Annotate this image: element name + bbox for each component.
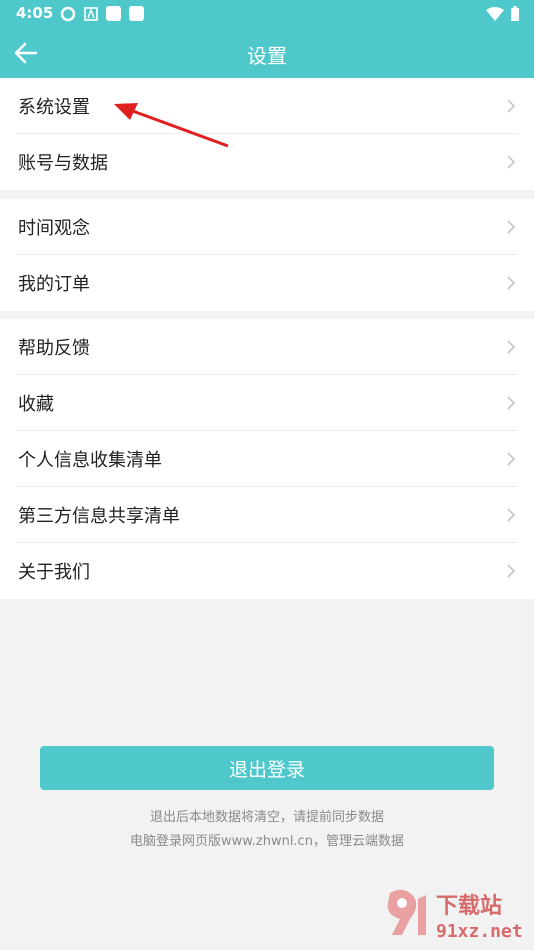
personal-info-list-item[interactable]: 个人信息收集清单 (0, 431, 534, 487)
settings-group: 帮助反馈 收藏 个人信息收集清单 第三方信息共享清单 关于我们 (0, 319, 534, 599)
chevron-right-icon (507, 564, 516, 578)
item-label: 时间观念 (18, 218, 90, 239)
third-party-sharing-item[interactable]: 第三方信息共享清单 (0, 487, 534, 543)
time-concept-item[interactable]: 时间观念 (0, 199, 534, 255)
settings-group: 时间观念 我的订单 (0, 199, 534, 311)
watermark-site: 91xz.net (436, 921, 523, 942)
item-label: 我的订单 (18, 274, 90, 295)
my-orders-item[interactable]: 我的订单 (0, 255, 534, 311)
chevron-right-icon (507, 396, 516, 410)
annotation-arrow (114, 103, 229, 148)
about-us-item[interactable]: 关于我们 (0, 543, 534, 599)
chevron-right-icon (507, 276, 516, 290)
favorites-item[interactable]: 收藏 (0, 375, 534, 431)
watermark-brand: 下载站 (436, 893, 502, 919)
watermark-logo: 下载站 91xz.net (387, 889, 523, 942)
item-label: 个人信息收集清单 (18, 450, 162, 471)
item-label: 第三方信息共享清单 (18, 506, 180, 527)
item-label: 收藏 (18, 394, 54, 415)
web-version-hint: 电脑登录网页版www.zhwnl.cn，管理云端数据 (130, 834, 404, 849)
help-feedback-item[interactable]: 帮助反馈 (0, 319, 534, 375)
chevron-right-icon (507, 340, 516, 354)
chevron-right-icon (507, 508, 516, 522)
logout-hint: 退出后本地数据将清空，请提前同步数据 (149, 810, 384, 825)
logout-button[interactable]: 退出登录 (40, 746, 494, 790)
item-label: 关于我们 (18, 562, 90, 583)
item-label: 帮助反馈 (18, 338, 90, 359)
chevron-right-icon (507, 452, 516, 466)
chevron-right-icon (507, 220, 516, 234)
